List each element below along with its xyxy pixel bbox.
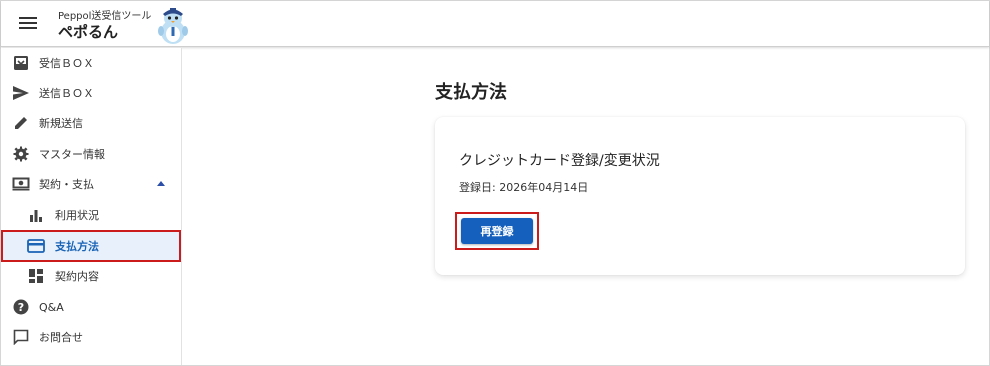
sidebar-item-outbox[interactable]: 送信ＢＯＸ <box>1 78 182 108</box>
sidebar-item-qa[interactable]: ? Q&A <box>1 292 182 322</box>
sidebar-item-new-send[interactable]: 新規送信 <box>1 108 182 138</box>
gear-icon <box>12 145 30 163</box>
sidebar-item-payment-method[interactable]: 支払方法 <box>1 231 182 261</box>
inbox-icon <box>12 54 30 72</box>
sidebar-item-label: 契約内容 <box>55 270 99 283</box>
hamburger-menu-icon[interactable] <box>19 14 37 32</box>
registration-date: 登録日: 2026年04月14日 <box>459 181 589 194</box>
sidebar-item-label: 送信ＢＯＸ <box>39 87 94 100</box>
sidebar-item-label: 契約・支払 <box>39 178 94 191</box>
page-title: 支払方法 <box>435 82 507 103</box>
sidebar-item-usage[interactable]: 利用状況 <box>1 200 182 230</box>
app-header: Peppol送受信ツール ペポるん <box>1 1 989 47</box>
mascot-logo-icon <box>158 8 188 44</box>
sidebar-item-label: 受信ＢＯＸ <box>39 57 94 70</box>
chevron-up-icon <box>157 181 165 186</box>
sidebar-item-contract-payment[interactable]: 契約・支払 <box>1 169 182 199</box>
sidebar-item-contract-details[interactable]: 契約内容 <box>1 261 182 291</box>
svg-text:?: ? <box>18 301 24 314</box>
payment-status-card: クレジットカード登録/変更状況 登録日: 2026年04月14日 再登録 <box>435 117 965 275</box>
sidebar: 受信ＢＯＸ 送信ＢＯＸ 新規送信 マスター情報 契約・支払 利用状況 支払方法 … <box>1 48 182 365</box>
chat-icon <box>12 328 30 346</box>
sidebar-item-label: お問合せ <box>39 331 83 344</box>
dashboard-icon <box>27 267 45 285</box>
app-name: ペポるん <box>58 23 119 41</box>
sidebar-item-master[interactable]: マスター情報 <box>1 139 182 169</box>
app-subtitle: Peppol送受信ツール <box>58 11 152 22</box>
sidebar-item-inbox[interactable]: 受信ＢＯＸ <box>1 48 182 78</box>
sidebar-item-label: 利用状況 <box>55 209 99 222</box>
bar-chart-icon <box>27 206 45 224</box>
money-icon <box>12 175 30 193</box>
pencil-icon <box>12 114 30 132</box>
sidebar-item-label: Q&A <box>39 300 64 314</box>
help-icon: ? <box>12 298 30 316</box>
button-highlight-annotation: 再登録 <box>455 212 539 250</box>
card-title: クレジットカード登録/変更状況 <box>459 153 660 169</box>
re-register-button[interactable]: 再登録 <box>461 218 533 244</box>
sidebar-item-label: マスター情報 <box>39 148 105 161</box>
sidebar-item-label: 支払方法 <box>55 240 99 253</box>
credit-card-icon <box>27 237 45 255</box>
sidebar-item-label: 新規送信 <box>39 117 83 130</box>
sidebar-item-contact[interactable]: お問合せ <box>1 322 182 352</box>
send-icon <box>12 84 30 102</box>
